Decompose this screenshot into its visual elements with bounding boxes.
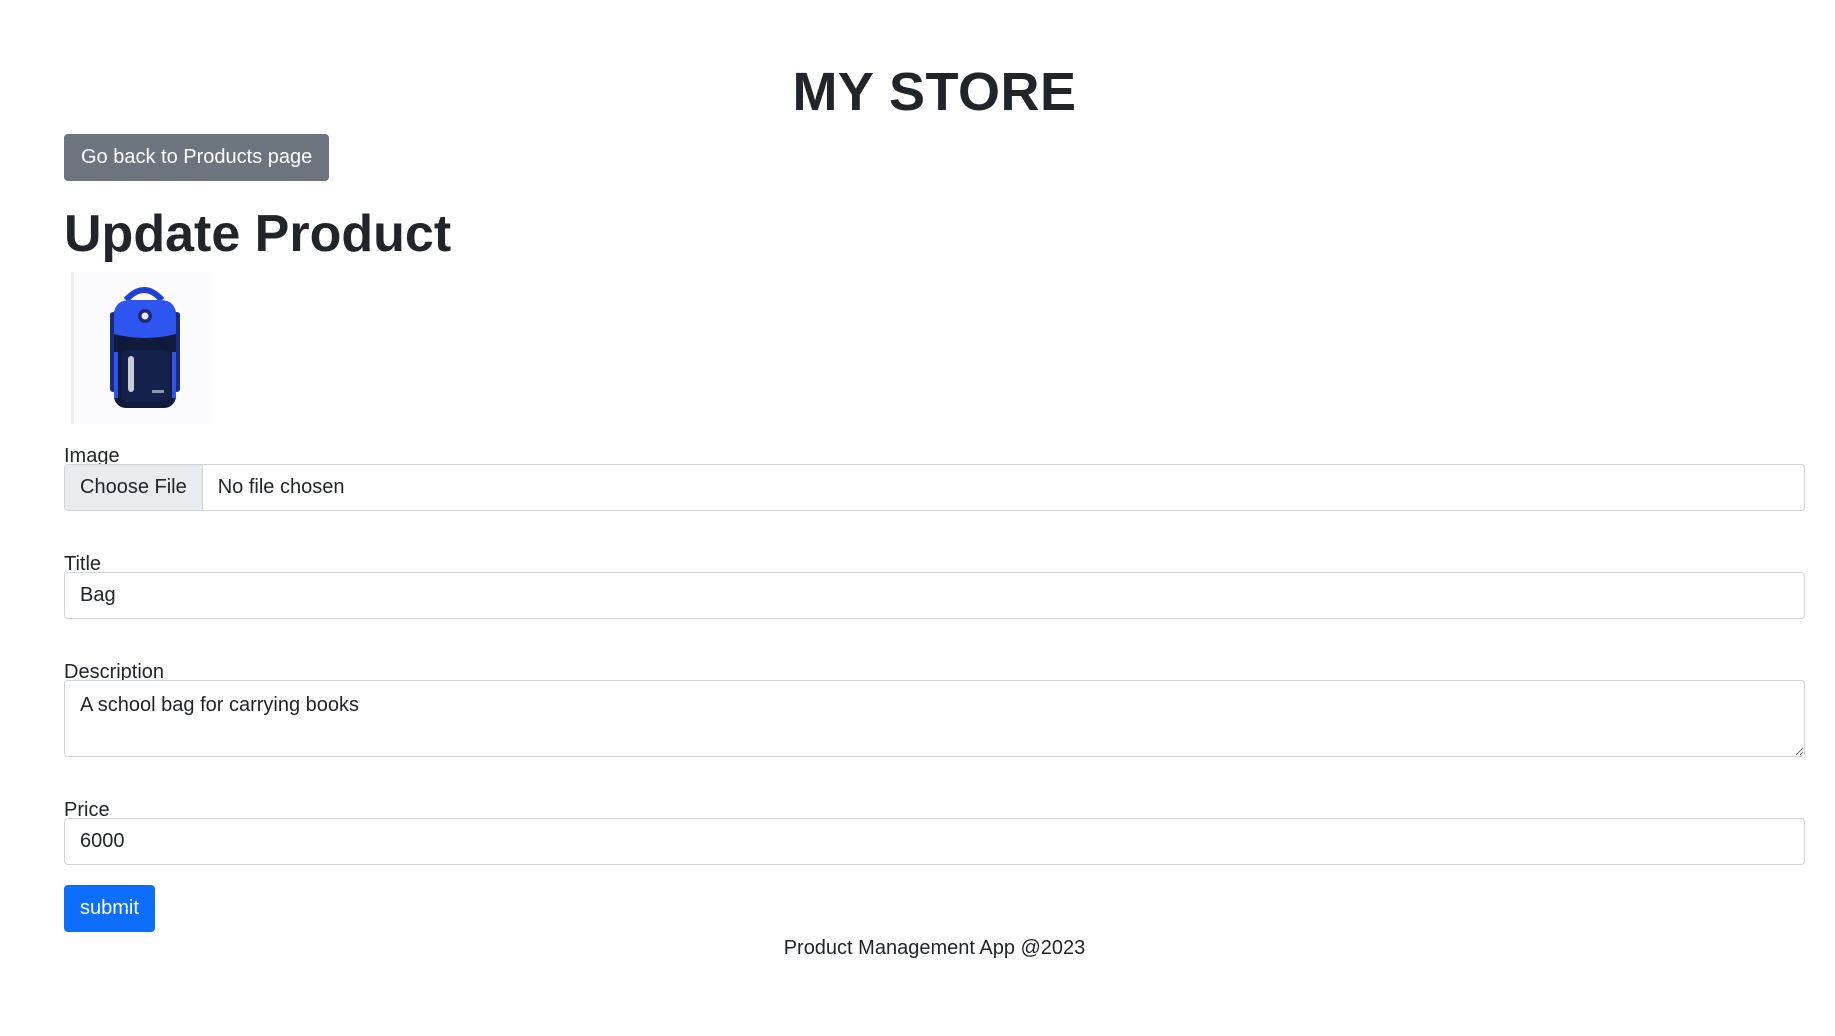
page: MY STORE Go back to Products page Update… [0,0,1835,1036]
product-image [71,272,211,424]
store-title: MY STORE [792,62,1077,122]
page-title: Update Product [64,205,452,263]
submit-button[interactable]: submit [64,885,155,932]
back-to-products-button[interactable]: Go back to Products page [64,134,330,181]
school-backpack-image [110,287,180,408]
file-status-text: No file chosen [217,476,345,498]
description-textarea[interactable]: A school bag for carrying books [64,680,1805,757]
choose-file-button[interactable]: Choose File [65,465,203,510]
title-input[interactable] [64,572,1805,619]
price-input[interactable] [64,818,1805,865]
footer-text: Product Management App @2023 [783,937,1086,959]
image-file-input[interactable]: Choose File No file chosen [64,464,1805,511]
